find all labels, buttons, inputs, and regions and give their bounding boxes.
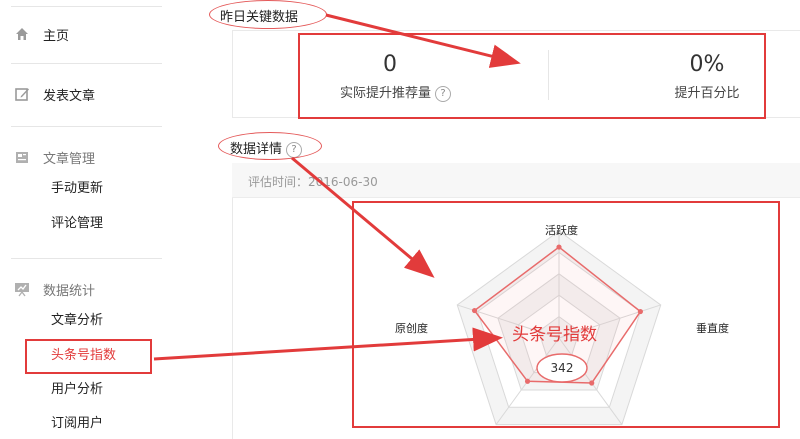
sidebar-item-comment-management[interactable]: 评论管理 (51, 213, 103, 235)
home-icon (14, 26, 30, 42)
sidebar-divider (11, 258, 162, 259)
edit-icon (14, 86, 30, 102)
annotation-highlight-box (25, 339, 152, 374)
document-icon (14, 149, 30, 165)
annotation-ellipse (218, 132, 322, 160)
stat-label-percent: 提升百分比 (674, 86, 740, 101)
annotation-highlight-box (352, 201, 780, 428)
sidebar-group-data-statistics[interactable]: 数据统计 (14, 277, 95, 301)
sidebar-divider (11, 126, 162, 127)
sidebar-item-article-analysis[interactable]: 文章分析 (51, 310, 103, 332)
sidebar-group-article-management[interactable]: 文章管理 (14, 145, 95, 169)
sidebar-item-manual-update[interactable]: 手动更新 (51, 178, 103, 200)
evaluation-time: 评估时间：2016-06-30 (248, 175, 378, 189)
sidebar-divider (11, 63, 162, 64)
sidebar-item-label: 发表文章 (43, 88, 96, 104)
stat-label-text: 实际提升推荐量 (340, 86, 432, 101)
stat-value-recommend: 0 (383, 52, 397, 77)
sidebar-group-label: 数据统计 (43, 283, 96, 299)
sidebar: 主页 发表文章 文章管理 手动更新 评论管理 数据统计 文章分析 头条号指数 用… (0, 0, 162, 439)
sidebar-item-subscribers[interactable]: 订阅用户 (51, 413, 103, 435)
presentation-chart-icon (14, 281, 30, 297)
sidebar-item-user-analysis[interactable]: 用户分析 (51, 379, 103, 401)
sidebar-item-home[interactable]: 主页 (14, 22, 69, 46)
stat-divider (548, 50, 549, 100)
stat-label-recommend: 实际提升推荐量? (340, 82, 470, 102)
sidebar-divider (11, 6, 162, 7)
sidebar-item-label: 主页 (43, 28, 70, 44)
annotation-ellipse (209, 0, 327, 29)
help-icon[interactable]: ? (435, 85, 452, 102)
sidebar-group-label: 文章管理 (43, 151, 96, 167)
sidebar-item-publish[interactable]: 发表文章 (14, 82, 95, 106)
stat-value-percent: 0% (689, 52, 725, 77)
